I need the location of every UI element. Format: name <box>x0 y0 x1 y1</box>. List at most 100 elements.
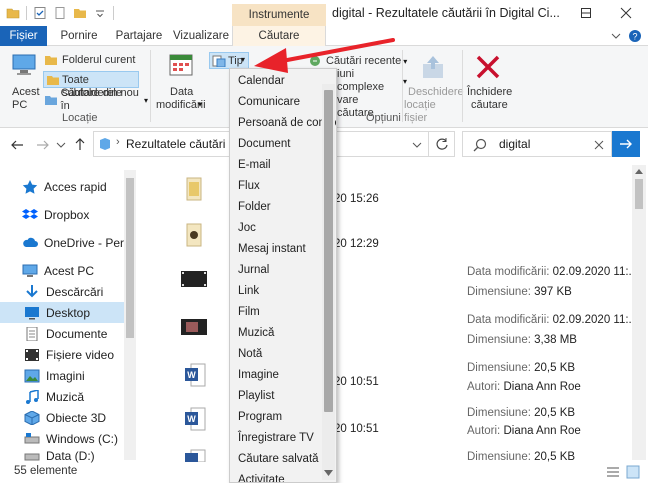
item-count: 55 elemente <box>14 465 78 477</box>
folder-small-icon[interactable] <box>73 6 87 20</box>
sidebar-item-dropbox[interactable]: Dropbox <box>0 204 124 225</box>
refresh-icon <box>435 138 448 150</box>
content-scroll-thumb[interactable] <box>635 179 643 209</box>
dropdown-item[interactable]: Înregistrare TV <box>238 428 314 448</box>
tab-view[interactable]: Vizualizare <box>170 26 232 46</box>
sidebar-item-videos[interactable]: Fișiere video <box>0 344 124 365</box>
dropdown-item[interactable]: Imagine <box>238 365 279 385</box>
dropdown-item[interactable]: Muzică <box>238 323 274 343</box>
search-box[interactable]: digital <box>462 131 612 157</box>
this-pc-button[interactable]: Acest PC <box>4 50 44 111</box>
scroll-up-icon[interactable] <box>635 168 643 174</box>
sidebar-item-documents[interactable]: Documente <box>0 323 124 344</box>
tab-file[interactable]: Fișier <box>0 26 47 46</box>
folder-file-icon <box>186 177 202 201</box>
documents-icon <box>26 326 38 341</box>
separator <box>402 50 403 122</box>
qat-separator <box>26 6 27 20</box>
clear-search-icon[interactable] <box>594 140 604 150</box>
current-folder-button[interactable]: Folderul curent <box>44 52 144 68</box>
separator <box>462 50 463 122</box>
date-modified-label-1: Data <box>170 86 194 98</box>
save-search-button[interactable]: vare căutare <box>337 93 397 119</box>
search-again-button[interactable]: Căutare din nou în ▾ <box>44 87 148 112</box>
search-folder-icon <box>45 96 57 105</box>
sidebar-item-desktop[interactable]: Desktop <box>0 302 124 323</box>
type-filter-icon <box>212 55 226 67</box>
maximize-icon <box>581 8 591 18</box>
dropdown-item[interactable]: Joc <box>238 218 256 238</box>
recent-locations-icon[interactable] <box>56 141 66 149</box>
qat-separator <box>113 6 114 20</box>
tab-home[interactable]: Pornire <box>52 26 106 46</box>
dropdown-item[interactable]: Jurnal <box>238 260 269 280</box>
dropdown-item[interactable]: E-mail <box>238 155 271 175</box>
search-tools-header: Instrumente căutare <box>232 4 326 43</box>
arrow-right-icon <box>620 139 632 149</box>
dropdown-item[interactable]: Comunicare <box>238 92 300 112</box>
customize-qat-icon[interactable] <box>93 6 107 20</box>
chevron-down-icon[interactable] <box>610 30 622 42</box>
properties-icon[interactable] <box>33 6 47 20</box>
address-text: Rezultatele căutări <box>126 137 226 151</box>
refresh-button[interactable] <box>429 131 455 157</box>
sidebar-item-onedrive[interactable]: OneDrive - Person <box>0 232 124 253</box>
type-button[interactable]: Tip ▾ <box>209 52 249 69</box>
quick-access-toolbar <box>6 4 114 22</box>
close-button[interactable] <box>606 0 646 26</box>
type-dropdown-menu: Calendar Comunicare Persoană de contact … <box>229 68 337 483</box>
help-icon[interactable]: ? <box>628 29 642 43</box>
up-arrow-icon[interactable] <box>73 137 87 151</box>
sidebar-item-pictures[interactable]: Imagini <box>0 365 124 386</box>
file-meta-row: Dimensiune: 397 KB <box>467 286 572 298</box>
new-folder-icon[interactable] <box>53 6 67 20</box>
close-search-button[interactable]: Închidere căutare <box>466 50 513 111</box>
sidebar-item-downloads[interactable]: Descărcări <box>0 281 124 302</box>
details-view-icon[interactable] <box>606 466 620 478</box>
file-meta-row: Autori: Diana Ann Roe <box>467 381 581 393</box>
sidebar-item-quick-access[interactable]: Acces rapid <box>0 176 124 197</box>
word-document-icon: W <box>185 407 206 431</box>
file-meta-row: Autori: Diana Ann Roe <box>467 425 581 437</box>
forward-arrow-icon[interactable] <box>36 138 50 152</box>
dropdown-item[interactable]: Notă <box>238 344 262 364</box>
folder-icon[interactable] <box>6 6 20 20</box>
dropdown-caret-icon: ▾ <box>198 100 203 109</box>
file-meta-row: Dimensiune: 20,5 KB <box>467 362 576 374</box>
dropdown-item[interactable]: Flux <box>238 176 260 196</box>
sidebar-item-3d-objects[interactable]: Obiecte 3D <box>0 407 124 428</box>
sidebar-scrollbar[interactable] <box>124 170 136 460</box>
sidebar-item-this-pc[interactable]: Acest PC <box>0 260 124 281</box>
maximize-button[interactable] <box>566 0 606 26</box>
tab-share[interactable]: Partajare <box>110 26 168 46</box>
dropdown-item[interactable]: Program <box>238 407 282 427</box>
3d-objects-icon <box>24 410 40 425</box>
dropdown-item[interactable]: Playlist <box>238 386 274 406</box>
sidebar-item-music[interactable]: Muzică <box>0 386 124 407</box>
svg-text:?: ? <box>632 32 637 42</box>
annotation-arrow-icon <box>254 38 395 73</box>
dropdown-scroll-thumb[interactable] <box>324 90 333 412</box>
all-subfolders-button[interactable]: Toate subfolderele <box>43 71 139 99</box>
back-arrow-icon[interactable] <box>10 138 24 152</box>
search-go-button[interactable] <box>612 131 640 157</box>
file-meta-row: Data modificării: 02.09.2020 11:... <box>467 314 639 326</box>
image-file-icon <box>186 223 202 247</box>
dropdown-item[interactable]: Document <box>238 134 290 154</box>
dropdown-item[interactable]: Film <box>238 302 260 322</box>
sidebar-scroll-thumb[interactable] <box>126 178 134 338</box>
dropdown-item[interactable]: Mesaj instant <box>238 239 306 259</box>
large-icons-view-icon[interactable] <box>626 465 640 479</box>
dropdown-item[interactable]: Folder <box>238 197 271 217</box>
date-modified-button[interactable]: Data modificării ▾ <box>156 50 206 111</box>
breadcrumb-chevron-icon: › <box>116 136 120 148</box>
address-dropdown-icon[interactable] <box>412 141 422 149</box>
dropdown-item[interactable]: Link <box>238 281 259 301</box>
search-input[interactable]: digital <box>499 137 530 151</box>
sidebar-item-drive-c[interactable]: Windows (C:) <box>0 428 124 449</box>
content-scrollbar[interactable] <box>632 165 646 460</box>
folder-icon <box>45 56 57 65</box>
desktop-icon <box>25 306 39 319</box>
close-search-label-1: Închidere <box>467 86 513 98</box>
sidebar-item-drive-d[interactable]: Data (D:) <box>0 449 124 463</box>
